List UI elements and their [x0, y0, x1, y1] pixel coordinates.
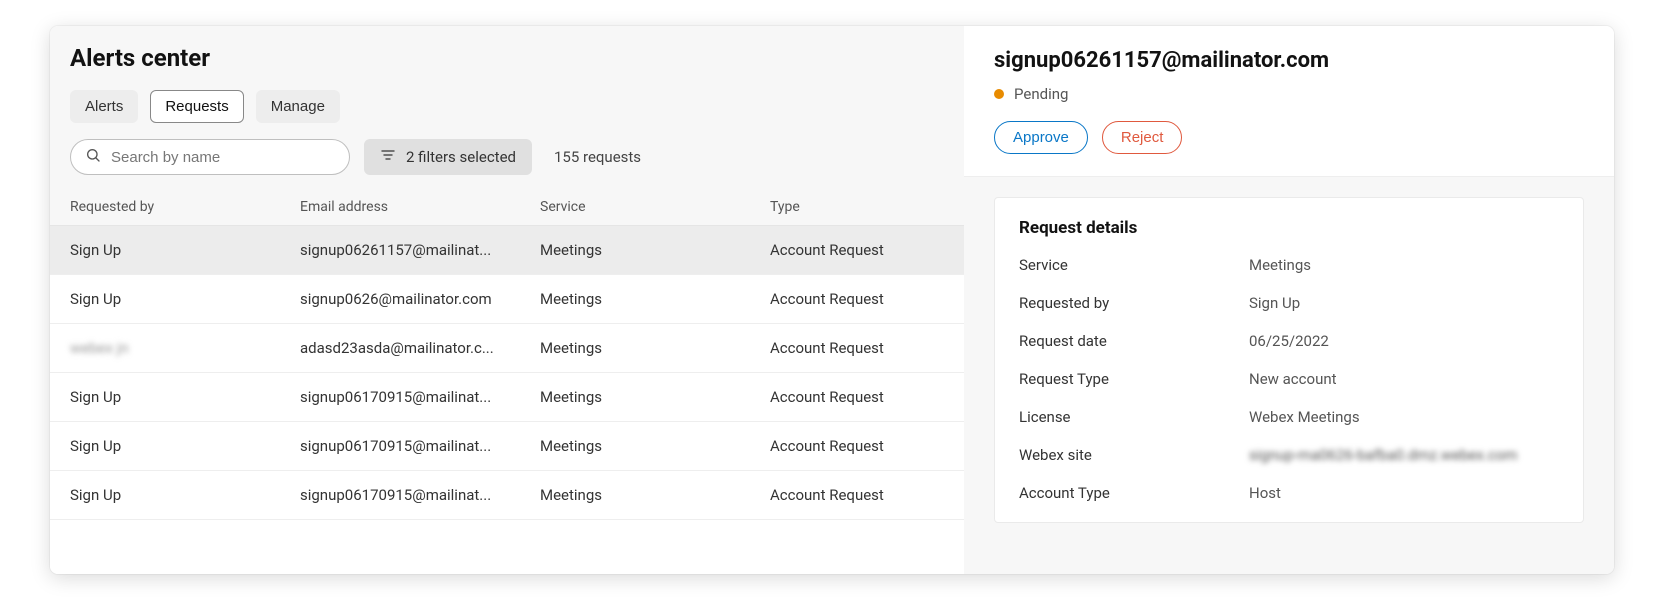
requests-count: 155 requests — [554, 148, 641, 166]
field-label-webex-site: Webex site — [1019, 446, 1249, 464]
toolbar: 2 filters selected 155 requests — [70, 139, 944, 175]
field-value-license: Webex Meetings — [1249, 408, 1559, 426]
col-requested-by[interactable]: Requested by — [70, 199, 300, 215]
alerts-center-panel: Alerts center Alerts Requests Manage — [50, 26, 964, 574]
field-value-account-type: Host — [1249, 484, 1559, 502]
cell-email: signup06170915@mailinat... — [300, 388, 540, 406]
search-icon — [85, 147, 101, 167]
cell-service: Meetings — [540, 241, 770, 259]
cell-email: adasd23asda@mailinator.c... — [300, 339, 540, 357]
tab-alerts[interactable]: Alerts — [70, 90, 138, 123]
field-label-request-date: Request date — [1019, 332, 1249, 350]
field-label-license: License — [1019, 408, 1249, 426]
table-row[interactable]: Sign Up signup06170915@mailinat... Meeti… — [50, 373, 964, 422]
filters-label: 2 filters selected — [406, 148, 516, 166]
field-value-requested-by: Sign Up — [1249, 294, 1559, 312]
search-field[interactable] — [70, 139, 350, 175]
cell-service: Meetings — [540, 437, 770, 455]
table-row[interactable]: Sign Up signup0626@mailinator.com Meetin… — [50, 275, 964, 324]
detail-panel: signup06261157@mailinator.com Pending Ap… — [964, 26, 1614, 574]
status-dot-icon — [994, 89, 1004, 99]
col-type[interactable]: Type — [770, 199, 944, 215]
cell-type: Account Request — [770, 290, 944, 308]
request-details-heading: Request details — [1019, 218, 1559, 238]
field-value-service: Meetings — [1249, 256, 1559, 274]
cell-service: Meetings — [540, 339, 770, 357]
table-row[interactable]: webex jn adasd23asda@mailinator.c... Mee… — [50, 324, 964, 373]
cell-requested-by: Sign Up — [70, 486, 300, 504]
cell-requested-by: webex jn — [70, 339, 300, 357]
field-label-requested-by: Requested by — [1019, 294, 1249, 312]
field-value-request-date: 06/25/2022 — [1249, 332, 1559, 350]
table-row[interactable]: Sign Up signup06261157@mailinat... Meeti… — [50, 226, 964, 275]
cell-service: Meetings — [540, 290, 770, 308]
search-input[interactable] — [111, 149, 335, 166]
status-label: Pending — [1014, 85, 1068, 103]
table-row[interactable]: Sign Up signup06170915@mailinat... Meeti… — [50, 422, 964, 471]
tab-bar: Alerts Requests Manage — [70, 90, 944, 123]
col-email[interactable]: Email address — [300, 199, 540, 215]
field-label-account-type: Account Type — [1019, 484, 1249, 502]
cell-email: signup0626@mailinator.com — [300, 290, 540, 308]
request-details-card: Request details Service Meetings Request… — [994, 197, 1584, 523]
cell-service: Meetings — [540, 388, 770, 406]
cell-service: Meetings — [540, 486, 770, 504]
field-value-webex-site: signup-ma0626-bafba0.dmz.webex.com — [1249, 446, 1559, 464]
status-badge: Pending — [994, 85, 1584, 103]
filters-button[interactable]: 2 filters selected — [364, 139, 532, 175]
cell-type: Account Request — [770, 437, 944, 455]
cell-type: Account Request — [770, 339, 944, 357]
table-row[interactable]: Sign Up signup06170915@mailinat... Meeti… — [50, 471, 964, 520]
cell-email: signup06170915@mailinat... — [300, 437, 540, 455]
cell-requested-by: Sign Up — [70, 290, 300, 308]
cell-requested-by: Sign Up — [70, 437, 300, 455]
tab-manage[interactable]: Manage — [256, 90, 340, 123]
approve-button[interactable]: Approve — [994, 121, 1088, 154]
tab-requests[interactable]: Requests — [150, 90, 243, 123]
field-label-service: Service — [1019, 256, 1249, 274]
cell-type: Account Request — [770, 388, 944, 406]
cell-requested-by: Sign Up — [70, 241, 300, 259]
field-value-request-type: New account — [1249, 370, 1559, 388]
detail-title: signup06261157@mailinator.com — [994, 48, 1584, 73]
cell-requested-by: Sign Up — [70, 388, 300, 406]
cell-type: Account Request — [770, 241, 944, 259]
table-header: Requested by Email address Service Type — [50, 185, 964, 226]
table-body: Sign Up signup06261157@mailinat... Meeti… — [50, 226, 964, 574]
filter-icon — [380, 148, 396, 166]
field-label-request-type: Request Type — [1019, 370, 1249, 388]
cell-email: signup06261157@mailinat... — [300, 241, 540, 259]
reject-button[interactable]: Reject — [1102, 121, 1183, 154]
cell-type: Account Request — [770, 486, 944, 504]
col-service[interactable]: Service — [540, 199, 770, 215]
cell-email: signup06170915@mailinat... — [300, 486, 540, 504]
page-title: Alerts center — [70, 44, 944, 72]
